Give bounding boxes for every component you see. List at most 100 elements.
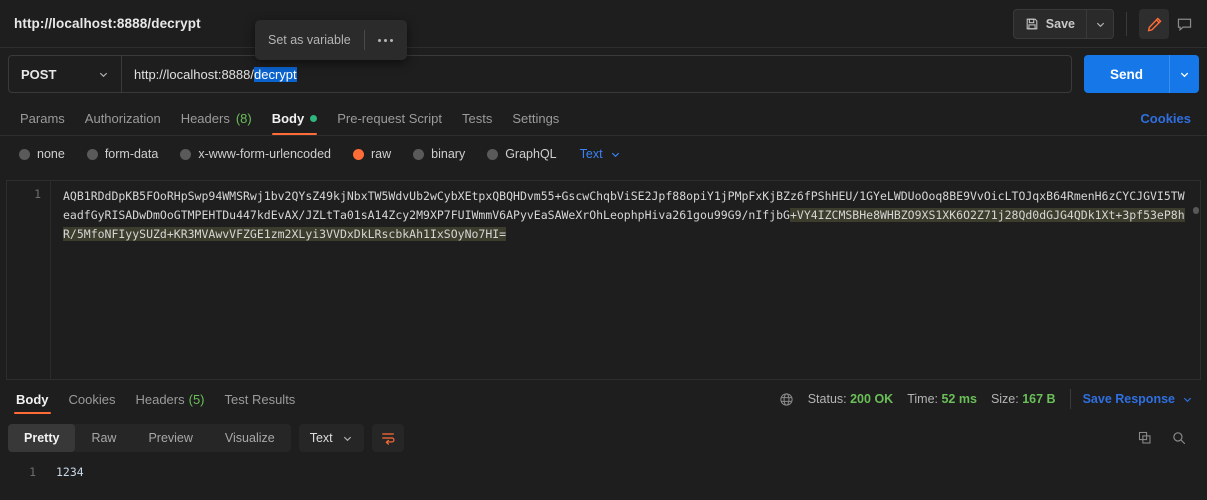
view-preview-button[interactable]: Preview: [132, 424, 208, 452]
save-button[interactable]: Save: [1012, 9, 1086, 39]
editor-scrollbar[interactable]: [1192, 181, 1200, 379]
url-text-selection: decrypt: [253, 66, 297, 82]
response-body-content: 1234: [56, 465, 84, 479]
tab-count: (8): [235, 111, 252, 126]
globe-icon: [779, 392, 794, 407]
body-type-label: binary: [431, 147, 466, 161]
response-view-toolbar: Pretty Raw Preview Visualize Text: [0, 420, 1207, 456]
response-body-viewer[interactable]: 1 1234: [0, 458, 1207, 500]
body-type-raw[interactable]: raw: [344, 147, 400, 161]
send-options-button[interactable]: [1169, 55, 1199, 93]
response-status-bar: Status: 200 OK Time: 52 ms Size: 167 B S…: [779, 389, 1201, 409]
tab-label: Headers: [135, 391, 185, 407]
status-badge: Status: 200 OK: [808, 392, 894, 406]
time-value: 52 ms: [941, 392, 977, 406]
body-type-form-data[interactable]: form-data: [78, 147, 168, 161]
edit-request-button[interactable]: [1139, 9, 1169, 39]
tab-label: Body: [271, 111, 305, 126]
request-body-editor[interactable]: 1 AQB1RDdDpKB5FOoRHpSwp94WMSRwj1bv2QYsZ4…: [6, 180, 1201, 380]
chevron-down-icon: [1179, 69, 1190, 80]
response-actions: [1137, 430, 1199, 446]
response-tab-body[interactable]: Body: [6, 383, 59, 415]
body-type-x-www-form-urlencoded[interactable]: x-www-form-urlencoded: [171, 147, 340, 161]
tab-label: Test Results: [224, 391, 296, 407]
radio-icon: [487, 148, 499, 160]
tab-label: Settings: [512, 111, 560, 126]
editor-content[interactable]: AQB1RDdDpKB5FOoRHpSwp94WMSRwj1bv2QYsZ49k…: [51, 187, 1188, 244]
url-text-prefix: http://localhost:8888/: [134, 66, 254, 82]
cookies-link[interactable]: Cookies: [1140, 111, 1197, 135]
send-button[interactable]: Send: [1083, 55, 1169, 93]
word-wrap-icon: [380, 430, 396, 446]
url-input[interactable]: http://localhost:8888/decrypt: [122, 55, 1072, 93]
method-select[interactable]: POST: [8, 55, 122, 93]
radio-icon: [413, 148, 425, 160]
page-title: http://localhost:8888/decrypt: [14, 16, 201, 31]
chevron-down-icon: [98, 69, 109, 80]
floppy-disk-icon: [1025, 17, 1039, 31]
body-type-none[interactable]: none: [10, 147, 74, 161]
response-tab-cookies[interactable]: Cookies: [59, 383, 126, 415]
tab-label: Authorization: [84, 111, 161, 126]
set-as-variable-popup: Set as variable: [255, 20, 407, 60]
copy-icon[interactable]: [1137, 430, 1153, 446]
tab-label: Body: [16, 391, 49, 407]
request-tab-bar: Params Authorization Headers (8) Body Pr…: [0, 100, 1207, 136]
body-type-label: GraphQL: [505, 147, 557, 161]
toolbar-divider: [1126, 12, 1127, 36]
response-format-label: Text: [309, 431, 333, 445]
response-view-segment: Pretty Raw Preview Visualize: [8, 424, 291, 452]
view-visualize-button[interactable]: Visualize: [209, 424, 291, 452]
body-type-label: raw: [371, 147, 392, 161]
view-raw-button[interactable]: Raw: [75, 424, 132, 452]
tab-label: Tests: [461, 111, 493, 126]
postman-request-window: http://localhost:8888/decrypt Save Set a…: [0, 0, 1207, 500]
tab-authorization[interactable]: Authorization: [75, 111, 171, 135]
response-format-select[interactable]: Text: [298, 424, 364, 452]
body-format-select[interactable]: Text: [570, 147, 627, 161]
size-label: Size:: [990, 392, 1019, 406]
comment-button[interactable]: [1169, 9, 1199, 39]
tab-label: Params: [20, 111, 65, 126]
tab-tests[interactable]: Tests: [452, 111, 502, 135]
size-value: 167 B: [1022, 392, 1056, 406]
tab-headers[interactable]: Headers (8): [171, 111, 262, 135]
response-tab-headers[interactable]: Headers (5): [125, 383, 214, 415]
tab-pre-request-script[interactable]: Pre-request Script: [327, 111, 452, 135]
radio-icon-selected: [353, 148, 364, 160]
search-icon[interactable]: [1171, 430, 1187, 446]
body-format-label: Text: [579, 147, 603, 161]
comment-icon: [1176, 16, 1193, 33]
status-divider: [1069, 389, 1071, 409]
tab-params[interactable]: Params: [10, 111, 75, 135]
tab-count: (5): [188, 391, 205, 407]
editor-scrollbar-thumb[interactable]: [1193, 207, 1199, 214]
view-pretty-button[interactable]: Pretty: [8, 424, 76, 452]
word-wrap-button[interactable]: [371, 424, 404, 452]
chevron-down-icon: [342, 433, 353, 444]
tab-settings[interactable]: Settings: [502, 111, 569, 135]
pencil-icon: [1146, 16, 1163, 33]
body-type-binary[interactable]: binary: [404, 147, 474, 161]
ellipsis-icon[interactable]: [365, 38, 407, 42]
status-value: 200 OK: [850, 392, 894, 406]
radio-icon: [86, 148, 98, 160]
body-type-graphql[interactable]: GraphQL: [478, 147, 565, 161]
radio-icon: [180, 148, 192, 160]
tab-label: Pre-request Script: [337, 111, 442, 126]
set-as-variable-button[interactable]: Set as variable: [255, 33, 364, 47]
body-type-selector: none form-data x-www-form-urlencoded raw…: [0, 138, 1207, 170]
editor-line-number: 1: [34, 187, 41, 201]
size-badge: Size: 167 B: [991, 392, 1056, 406]
save-options-button[interactable]: [1086, 9, 1114, 39]
radio-icon: [19, 148, 30, 160]
chevron-down-icon[interactable]: [1182, 394, 1193, 405]
editor-gutter: [7, 181, 51, 379]
response-tab-test-results[interactable]: Test Results: [215, 383, 306, 415]
tab-label: Headers: [180, 111, 230, 126]
tab-label: Cookies: [68, 391, 116, 407]
body-type-label: x-www-form-urlencoded: [198, 147, 331, 161]
tab-body[interactable]: Body: [262, 111, 328, 135]
body-present-dot-icon: [310, 115, 318, 122]
save-response-button[interactable]: Save Response: [1083, 392, 1175, 406]
